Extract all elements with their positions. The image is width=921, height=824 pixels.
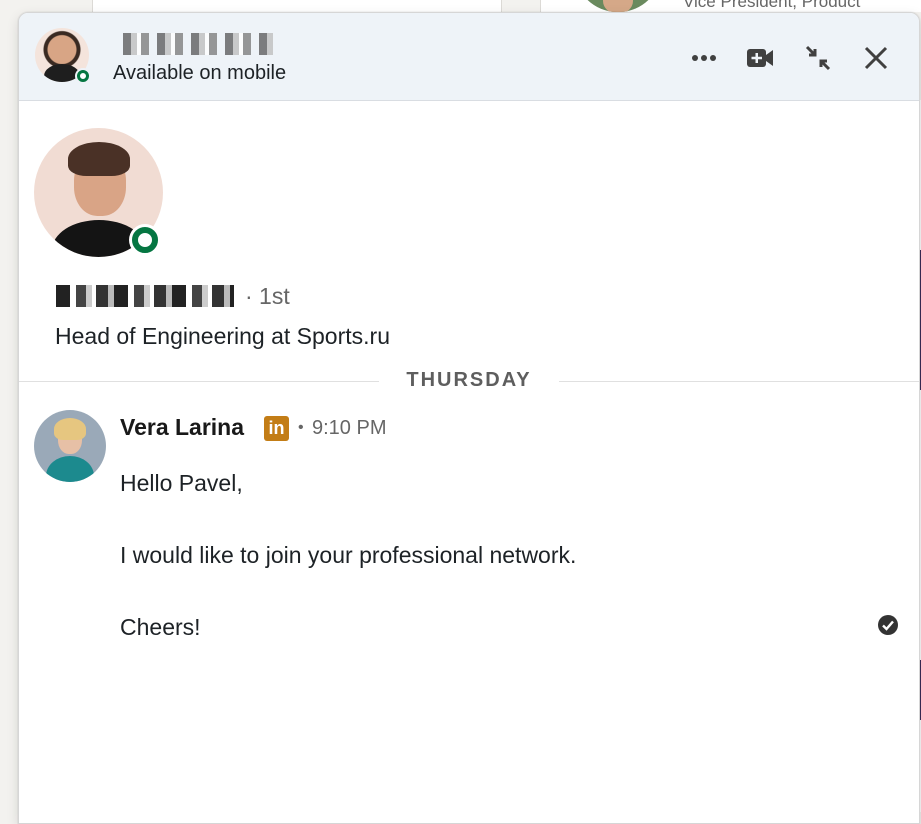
header-status-text: Available on mobile	[113, 62, 287, 84]
read-receipt-icon	[878, 615, 898, 635]
linkedin-premium-icon: in	[264, 416, 289, 441]
profile-headline: Head of Engineering at Sports.ru	[55, 323, 390, 349]
message-line: Hello Pavel,	[120, 470, 243, 496]
time-separator: •	[298, 419, 304, 436]
background-headline-text: Vice President, Product	[683, 0, 861, 11]
online-status-icon	[75, 68, 91, 84]
more-options-button[interactable]	[687, 41, 721, 75]
chat-window: Available on mobile · 1st Head of Engine…	[18, 12, 920, 824]
minimize-icon	[805, 45, 831, 71]
sender-name[interactable]: Vera Larina	[120, 414, 244, 441]
message-body: Hello Pavel, I would like to join your p…	[120, 465, 880, 681]
more-icon	[692, 55, 716, 61]
profile-online-status-icon	[129, 224, 161, 256]
video-call-button[interactable]	[743, 41, 777, 75]
profile-name-redacted[interactable]	[56, 285, 234, 307]
close-button[interactable]	[859, 41, 893, 75]
connection-degree: · 1st	[245, 283, 290, 309]
message-line: Cheers!	[120, 614, 201, 640]
close-icon	[864, 46, 888, 70]
chat-header[interactable]: Available on mobile	[19, 13, 919, 101]
sender-avatar[interactable]	[34, 410, 106, 482]
day-divider-label: THURSDAY	[379, 369, 559, 392]
message-timestamp: 9:10 PM	[312, 417, 387, 439]
header-name-redacted[interactable]	[123, 33, 273, 55]
message-line: I would like to join your professional n…	[120, 542, 577, 568]
video-icon	[747, 49, 773, 67]
minimize-button[interactable]	[801, 41, 835, 75]
